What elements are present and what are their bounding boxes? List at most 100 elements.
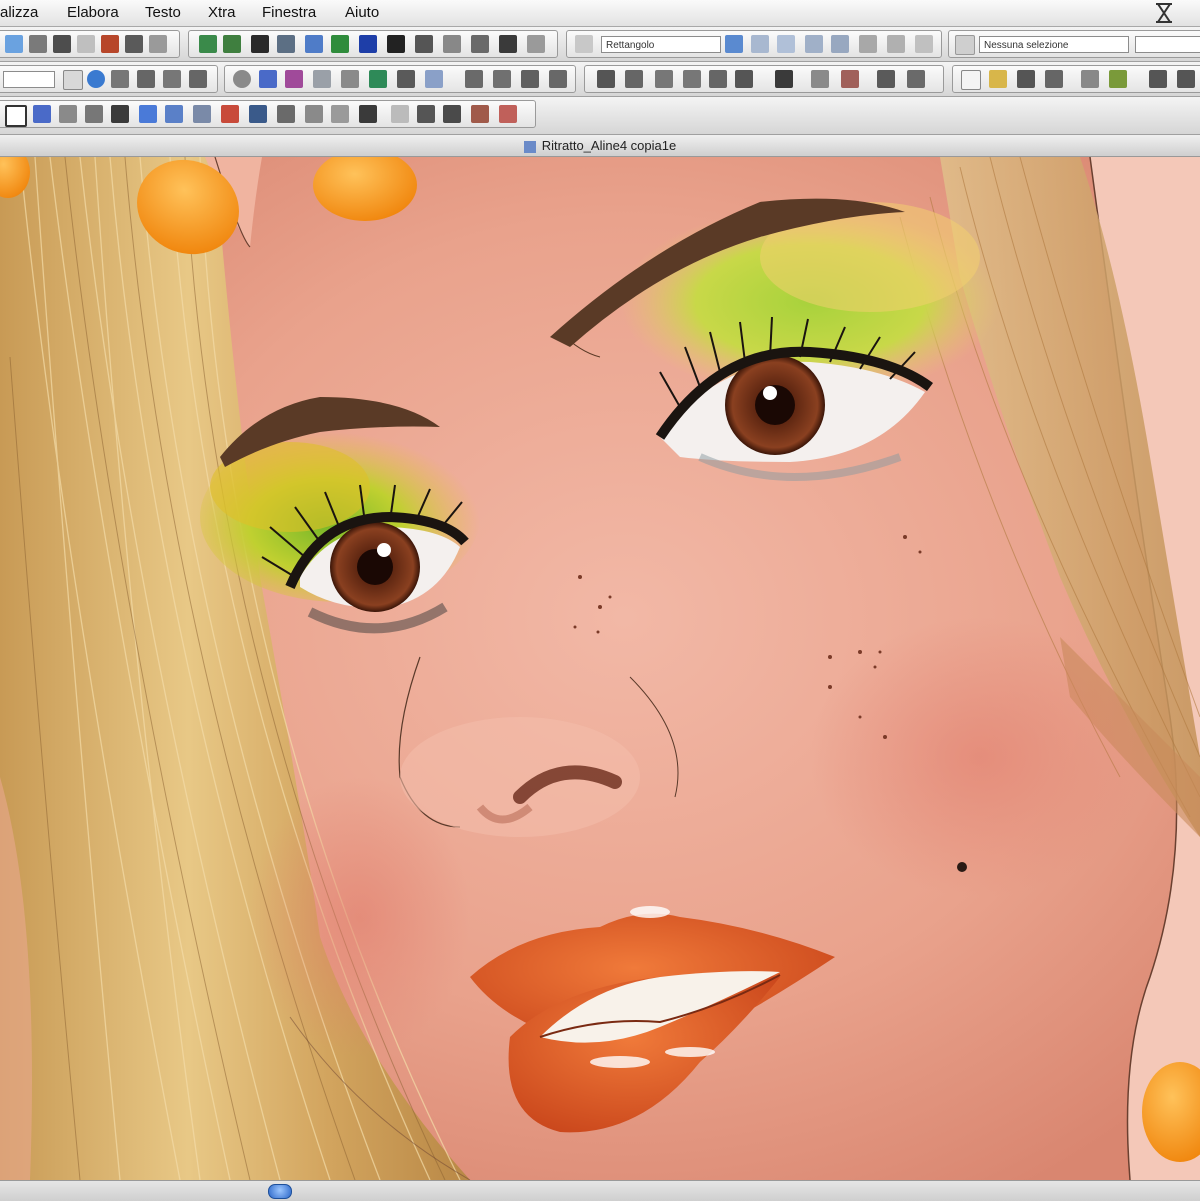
lock-icon[interactable] — [101, 35, 119, 53]
blend-icon[interactable] — [277, 35, 295, 53]
prev-page-icon[interactable] — [163, 70, 181, 88]
ruler-icon[interactable] — [29, 35, 47, 53]
paste-icon[interactable] — [1109, 70, 1127, 88]
print-icon[interactable] — [1045, 70, 1063, 88]
text-tool-icon[interactable] — [391, 105, 409, 123]
warp-icon[interactable] — [443, 35, 461, 53]
align-left-icon[interactable] — [465, 70, 483, 88]
step-forward-icon[interactable] — [709, 70, 727, 88]
pencil-tool-icon[interactable] — [85, 105, 103, 123]
line-tool-icon-2[interactable] — [359, 105, 377, 123]
transform-icon[interactable] — [223, 35, 241, 53]
zoom-field[interactable] — [3, 71, 55, 88]
chart-icon[interactable] — [341, 70, 359, 88]
guides-icon[interactable] — [53, 35, 71, 53]
arrange-icon[interactable] — [887, 35, 905, 53]
play-icon[interactable] — [111, 70, 129, 88]
flash-icon[interactable] — [877, 70, 895, 88]
bucket-icon[interactable] — [387, 35, 405, 53]
style-picker-icon[interactable] — [725, 35, 743, 53]
pen-icon[interactable] — [259, 70, 277, 88]
ball-icon[interactable] — [359, 35, 377, 53]
frame-back-icon[interactable] — [655, 70, 673, 88]
document-icon — [523, 140, 536, 153]
zoom-tool-icon[interactable] — [331, 105, 349, 123]
envelope-icon[interactable] — [305, 35, 323, 53]
menu-testo[interactable]: Testo — [145, 4, 181, 21]
redo-icon[interactable] — [1177, 70, 1195, 88]
eyedropper-tool-icon[interactable] — [277, 105, 295, 123]
menu-aiuto[interactable]: Aiuto — [345, 4, 379, 21]
next-page-icon[interactable] — [189, 70, 207, 88]
line-tool-icon[interactable] — [251, 35, 269, 53]
duplicate-icon[interactable] — [751, 35, 769, 53]
toolbar-group-xtra — [224, 65, 576, 93]
rewind-icon[interactable] — [597, 70, 615, 88]
symbol-icon[interactable] — [369, 70, 387, 88]
save-icon[interactable] — [1017, 70, 1035, 88]
scale-tool-icon[interactable] — [165, 105, 183, 123]
menu-finestra[interactable]: Finestra — [262, 4, 316, 21]
fill-transform-icon[interactable] — [417, 105, 435, 123]
shape-icon[interactable] — [527, 35, 545, 53]
chart-tool-icon[interactable] — [443, 105, 461, 123]
rotate-icon[interactable] — [149, 35, 167, 53]
stop-icon[interactable] — [137, 70, 155, 88]
menu-elabora[interactable]: Elabora — [67, 4, 119, 21]
step-back-icon[interactable] — [625, 70, 643, 88]
freeform-tool-icon[interactable] — [249, 105, 267, 123]
knife-tool-icon[interactable] — [221, 105, 239, 123]
pointer-tool-icon[interactable] — [33, 105, 51, 123]
export-icon[interactable] — [811, 70, 829, 88]
skew-tool-icon[interactable] — [193, 105, 211, 123]
new-document-icon[interactable] — [961, 70, 981, 90]
menu-xtra[interactable]: Xtra — [208, 4, 236, 21]
hand-tool-icon[interactable] — [305, 105, 323, 123]
snap-icon[interactable] — [77, 35, 95, 53]
ungroup-icon[interactable] — [805, 35, 823, 53]
align-center-icon[interactable] — [493, 70, 511, 88]
pen-tool-icon[interactable] — [111, 105, 129, 123]
graphic-hose-icon[interactable] — [471, 105, 489, 123]
mesh-icon[interactable] — [415, 35, 433, 53]
lasso-tool-icon[interactable] — [59, 105, 77, 123]
align-right-icon[interactable] — [521, 70, 539, 88]
distribute-icon[interactable] — [915, 35, 933, 53]
align-bottom-icon[interactable] — [549, 70, 567, 88]
eraser-tool-icon[interactable] — [499, 105, 517, 123]
path-icon[interactable] — [499, 35, 517, 53]
layer-icon[interactable] — [125, 35, 143, 53]
open-icon[interactable] — [989, 70, 1007, 88]
split-icon[interactable] — [859, 35, 877, 53]
align-icon[interactable] — [199, 35, 217, 53]
swf-icon[interactable] — [907, 70, 925, 88]
preview-icon[interactable] — [841, 70, 859, 88]
trace-icon[interactable] — [425, 70, 443, 88]
brush-icon[interactable] — [397, 70, 415, 88]
horizontal-scrollbar[interactable] — [0, 1180, 1200, 1201]
crop-icon[interactable] — [471, 35, 489, 53]
blush-right — [810, 617, 1150, 897]
selection-field-2[interactable] — [1135, 36, 1200, 53]
table-icon[interactable] — [313, 70, 331, 88]
style-field[interactable]: Rettangolo — [601, 36, 721, 53]
rectangle-tool-icon[interactable] — [5, 105, 27, 127]
grid-icon[interactable] — [5, 35, 23, 53]
dropdown-icon[interactable] — [63, 70, 83, 90]
menu-visualizza[interactable]: alizza — [0, 4, 38, 21]
group-icon[interactable] — [777, 35, 795, 53]
copy-icon[interactable] — [1081, 70, 1099, 88]
join-icon[interactable] — [831, 35, 849, 53]
spiral-icon[interactable] — [233, 70, 251, 88]
publish-icon[interactable] — [775, 70, 793, 88]
fast-forward-icon[interactable] — [735, 70, 753, 88]
selection-field[interactable]: Nessuna selezione — [979, 36, 1129, 53]
subselect-tool-icon[interactable] — [139, 105, 157, 123]
scroll-thumb[interactable] — [268, 1184, 292, 1199]
undo-icon[interactable] — [1149, 70, 1167, 88]
frame-forward-icon[interactable] — [683, 70, 701, 88]
page-icon[interactable] — [87, 70, 105, 88]
drawing-canvas[interactable] — [0, 157, 1200, 1180]
fill-icon[interactable] — [331, 35, 349, 53]
perspective-icon[interactable] — [285, 70, 303, 88]
